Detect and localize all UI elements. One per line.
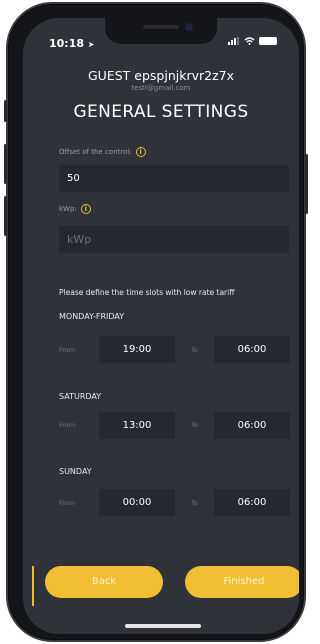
offset-input[interactable]: 50 (59, 165, 289, 192)
kwp-label: kWp: (59, 205, 77, 213)
saturday-to-time[interactable]: 06:00 (214, 412, 290, 439)
to-label: To (191, 421, 198, 429)
volume-down-button (4, 196, 7, 236)
sunday-to-time[interactable]: 06:00 (214, 489, 290, 516)
speaker (143, 25, 179, 29)
from-label: From (59, 421, 76, 429)
day-label-sunday: SUNDAY (59, 467, 92, 476)
status-time-text: 10:18 (49, 37, 85, 50)
back-button[interactable]: Back (45, 566, 163, 598)
battery-icon (259, 37, 277, 45)
from-label: From (59, 499, 76, 507)
scroll-indicator (32, 566, 34, 606)
from-label: From (59, 346, 76, 354)
monday-friday-from-time[interactable]: 19:00 (99, 336, 175, 363)
volume-up-button (4, 144, 7, 184)
phone-frame: 10:18 ➤ GUEST epspjnjkrvr2z7x testl@gmai… (4, 2, 308, 642)
finished-button[interactable]: Finished (185, 566, 299, 598)
app-screen: 10:18 ➤ GUEST epspjnjkrvr2z7x testl@gmai… (23, 18, 299, 634)
sunday-from-time[interactable]: 00:00 (99, 489, 175, 516)
location-arrow-icon: ➤ (87, 40, 95, 49)
to-label: To (191, 499, 198, 507)
tariff-note: Please define the time slots with low ra… (59, 288, 235, 297)
saturday-from-time[interactable]: 13:00 (99, 412, 175, 439)
notch (105, 18, 217, 44)
status-icons (228, 37, 277, 45)
camera (185, 23, 193, 31)
mute-switch (4, 100, 7, 122)
home-indicator[interactable] (125, 624, 201, 628)
day-label-monday-friday: MONDAY-FRIDAY (59, 312, 125, 321)
monday-friday-to-time[interactable]: 06:00 (214, 336, 290, 363)
offset-label-row: Offset of the control: i (59, 147, 146, 157)
to-label: To (191, 346, 198, 354)
wifi-icon (244, 37, 255, 45)
offset-label: Offset of the control: (59, 148, 132, 156)
status-time: 10:18 ➤ (49, 37, 95, 50)
offset-info-icon[interactable]: i (135, 147, 146, 157)
signal-icon (228, 37, 239, 45)
day-label-saturday: SATURDAY (59, 392, 102, 401)
guest-name: GUEST epspjnjkrvr2z7x (88, 68, 234, 83)
kwp-input[interactable]: kWp (59, 226, 289, 253)
power-button (305, 154, 308, 214)
user-email: testl@gmail.com (131, 84, 191, 92)
page-title: GENERAL SETTINGS (73, 102, 249, 122)
kwp-info-icon[interactable]: i (80, 204, 91, 214)
kwp-label-row: kWp: i (59, 204, 91, 214)
